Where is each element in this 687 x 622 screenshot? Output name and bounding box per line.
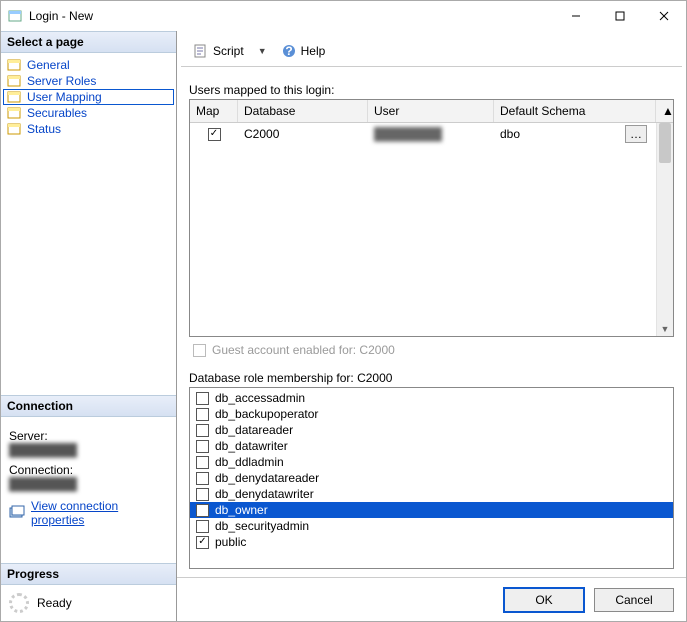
- page-label: Server Roles: [27, 74, 96, 88]
- svg-text:?: ?: [285, 44, 292, 58]
- cell-schema: dbo: [500, 127, 520, 141]
- server-value: ████████: [9, 443, 168, 457]
- progress-status: Ready: [37, 596, 72, 610]
- script-button[interactable]: Script: [189, 41, 248, 61]
- page-list: General Server Roles User Mapping Securable…: [1, 53, 176, 141]
- grid-scrollbar[interactable]: ▼: [656, 123, 673, 336]
- role-db_denydatawriter[interactable]: db_denydatawriter: [190, 486, 673, 502]
- role-membership-label: Database role membership for: C2000: [189, 371, 674, 385]
- help-label: Help: [301, 44, 326, 58]
- page-icon: [7, 90, 23, 104]
- sidebar: Select a page General Server Roles User Ma…: [1, 31, 177, 621]
- role-db_accessadmin[interactable]: db_accessadmin: [190, 390, 673, 406]
- role-label: public: [215, 535, 246, 549]
- server-label: Server:: [9, 429, 168, 443]
- role-label: db_backupoperator: [215, 407, 318, 421]
- role-checkbox[interactable]: [196, 504, 209, 517]
- role-label: db_securityadmin: [215, 519, 309, 533]
- role-checkbox[interactable]: [196, 536, 209, 549]
- table-row[interactable]: C2000████████ dbo …: [190, 123, 673, 145]
- role-db_ddladmin[interactable]: db_ddladmin: [190, 454, 673, 470]
- dialog-footer: OK Cancel: [177, 577, 686, 621]
- connection-value: ████████: [9, 477, 168, 491]
- role-public[interactable]: public: [190, 534, 673, 550]
- page-label: Status: [27, 122, 61, 136]
- role-db_denydatareader[interactable]: db_denydatareader: [190, 470, 673, 486]
- map-checkbox[interactable]: [208, 128, 221, 141]
- col-default-schema[interactable]: Default Schema: [494, 100, 656, 122]
- role-label: db_accessadmin: [215, 391, 305, 405]
- role-label: db_denydatawriter: [215, 487, 314, 501]
- close-button[interactable]: [642, 1, 686, 31]
- sidebar-item-securables[interactable]: Securables: [3, 105, 174, 121]
- role-checkbox[interactable]: [196, 408, 209, 421]
- role-label: db_datareader: [215, 423, 293, 437]
- page-label: Securables: [27, 106, 87, 120]
- role-db_datareader[interactable]: db_datareader: [190, 422, 673, 438]
- maximize-button[interactable]: [598, 1, 642, 31]
- minimize-button[interactable]: [554, 1, 598, 31]
- view-connection-properties-link[interactable]: View connection properties: [9, 499, 168, 527]
- toolbar: Script ▼ ? Help: [181, 35, 682, 67]
- role-checkbox[interactable]: [196, 440, 209, 453]
- progress-header: Progress: [1, 563, 176, 585]
- sidebar-item-status[interactable]: Status: [3, 121, 174, 137]
- role-db_owner[interactable]: db_owner: [190, 502, 673, 518]
- page-icon: [7, 122, 23, 136]
- cell-user: ████████: [368, 125, 494, 143]
- role-checkbox[interactable]: [196, 392, 209, 405]
- users-mapped-grid[interactable]: Map Database User Default Schema ▲ C2000…: [189, 99, 674, 337]
- col-user[interactable]: User: [368, 100, 494, 122]
- properties-icon: [9, 504, 25, 523]
- role-db_backupoperator[interactable]: db_backupoperator: [190, 406, 673, 422]
- role-checkbox[interactable]: [196, 488, 209, 501]
- app-icon: [7, 8, 23, 24]
- page-icon: [7, 106, 23, 120]
- sidebar-item-server-roles[interactable]: Server Roles: [3, 73, 174, 89]
- select-page-header: Select a page: [1, 31, 176, 53]
- page-icon: [7, 58, 23, 72]
- role-db_securityadmin[interactable]: db_securityadmin: [190, 518, 673, 534]
- checkbox-icon: [193, 344, 206, 357]
- users-mapped-label: Users mapped to this login:: [189, 83, 674, 97]
- role-db_datawriter[interactable]: db_datawriter: [190, 438, 673, 454]
- role-checkbox[interactable]: [196, 472, 209, 485]
- role-checkbox[interactable]: [196, 424, 209, 437]
- schema-browse-button[interactable]: …: [625, 125, 647, 143]
- guest-account-checkbox: Guest account enabled for: C2000: [193, 343, 674, 357]
- guest-account-label: Guest account enabled for: C2000: [212, 343, 395, 357]
- col-map[interactable]: Map: [190, 100, 238, 122]
- col-scroll: ▲: [656, 100, 673, 122]
- role-membership-list[interactable]: db_accessadmin db_backupoperator db_datare…: [189, 387, 674, 569]
- cell-database: C2000: [238, 125, 368, 143]
- window-title: Login - New: [29, 9, 554, 23]
- progress-spinner-icon: [9, 593, 29, 613]
- page-icon: [7, 74, 23, 88]
- title-bar: Login - New: [1, 1, 686, 31]
- help-button[interactable]: ? Help: [277, 41, 330, 61]
- role-label: db_owner: [215, 503, 268, 517]
- cancel-button[interactable]: Cancel: [594, 588, 674, 612]
- page-label: User Mapping: [27, 90, 102, 104]
- role-label: db_denydatareader: [215, 471, 319, 485]
- ok-button[interactable]: OK: [504, 588, 584, 612]
- connection-header: Connection: [1, 395, 176, 417]
- connection-label: Connection:: [9, 463, 168, 477]
- script-icon: [193, 43, 209, 59]
- view-connection-properties-label: View connection properties: [31, 499, 168, 527]
- col-database[interactable]: Database: [238, 100, 368, 122]
- script-dropdown-icon[interactable]: ▼: [254, 46, 271, 56]
- role-label: db_ddladmin: [215, 455, 284, 469]
- sidebar-item-user-mapping[interactable]: User Mapping: [3, 89, 174, 105]
- sidebar-item-general[interactable]: General: [3, 57, 174, 73]
- page-label: General: [27, 58, 70, 72]
- grid-header: Map Database User Default Schema ▲: [190, 100, 673, 123]
- script-label: Script: [213, 44, 244, 58]
- role-checkbox[interactable]: [196, 520, 209, 533]
- role-label: db_datawriter: [215, 439, 288, 453]
- help-icon: ?: [281, 43, 297, 59]
- role-checkbox[interactable]: [196, 456, 209, 469]
